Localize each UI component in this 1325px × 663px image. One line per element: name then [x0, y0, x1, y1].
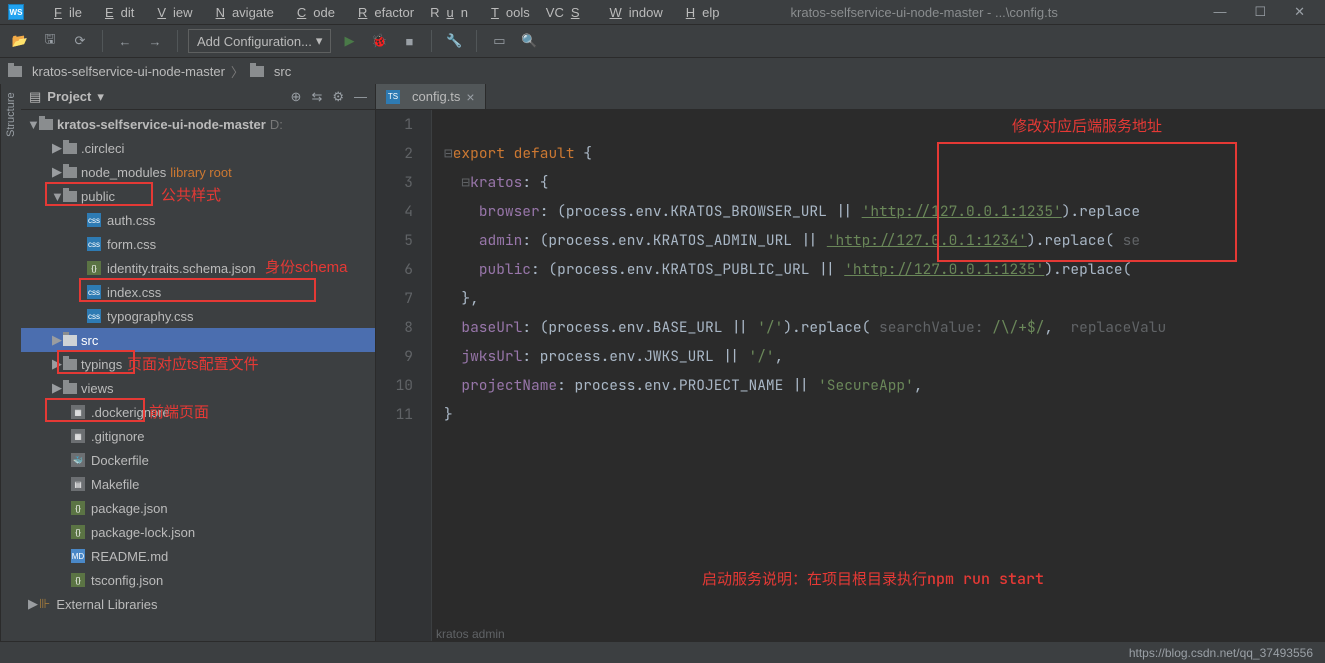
- tree-dockerfile[interactable]: 🐳Dockerfile: [21, 448, 375, 472]
- statusbar: https://blog.csdn.net/qq_37493556: [0, 641, 1325, 663]
- collapse-icon[interactable]: ⇆: [311, 89, 322, 105]
- project-icon: ▤: [29, 89, 41, 105]
- gear-icon[interactable]: ⚙: [332, 89, 344, 105]
- tree-root[interactable]: ▼ kratos-selfservice-ui-node-master D:: [21, 112, 375, 136]
- ts-file-icon: TS: [386, 90, 400, 104]
- run-icon[interactable]: ▶: [337, 29, 361, 53]
- redo-icon[interactable]: →: [143, 29, 167, 53]
- menu-edit[interactable]: Edit: [91, 3, 141, 22]
- line-gutter: 123 456 789 1011: [376, 110, 432, 641]
- save-icon[interactable]: 🖫: [38, 29, 62, 53]
- hide-icon[interactable]: —: [354, 89, 367, 105]
- minimize-icon[interactable]: —: [1213, 4, 1226, 20]
- left-tool-window-bar[interactable]: Structure: [0, 84, 21, 641]
- search-icon[interactable]: 🔍: [517, 29, 541, 53]
- tree-auth-css[interactable]: cssauth.css: [21, 208, 375, 232]
- menu-run[interactable]: Run: [423, 3, 475, 22]
- toolbar: 📂 🖫 ⟳ ← → Add Configuration...▾ ▶ 🐞 ■ 🔧 …: [0, 24, 1325, 58]
- watermark: https://blog.csdn.net/qq_37493556: [1129, 646, 1313, 660]
- tab-bar: TS config.ts ×: [376, 84, 1325, 110]
- tree-typography-css[interactable]: csstypography.css: [21, 304, 375, 328]
- reload-icon[interactable]: ⟳: [68, 29, 92, 53]
- menu-navigate[interactable]: Navigate: [202, 3, 281, 22]
- menu-file[interactable]: File: [40, 3, 89, 22]
- run-config-dropdown[interactable]: Add Configuration...▾: [188, 29, 331, 53]
- close-icon[interactable]: ✕: [1294, 4, 1305, 20]
- maximize-icon[interactable]: ☐: [1254, 4, 1266, 20]
- menu-window[interactable]: Window: [596, 3, 670, 22]
- tree-package-lock-json[interactable]: {}package-lock.json: [21, 520, 375, 544]
- undo-icon[interactable]: ←: [113, 29, 137, 53]
- breadcrumb: kratos-selfservice-ui-node-master 〉 src: [0, 58, 1325, 84]
- structure-tab[interactable]: Structure: [5, 92, 17, 137]
- menubar: File Edit View Navigate Code Refactor Ru…: [28, 3, 727, 22]
- tab-config-ts[interactable]: TS config.ts ×: [376, 84, 486, 109]
- close-tab-icon[interactable]: ×: [466, 89, 474, 105]
- menu-code[interactable]: Code: [283, 3, 342, 22]
- project-tree[interactable]: ▼ kratos-selfservice-ui-node-master D: ▶…: [21, 110, 375, 641]
- breadcrumb-bottom: kratos admin: [436, 627, 505, 641]
- backend-annotation: 修改对应后端服务地址: [1012, 112, 1162, 141]
- tree-public[interactable]: ▼ public: [21, 184, 375, 208]
- breadcrumb-src[interactable]: src: [274, 64, 291, 79]
- window-title: kratos-selfservice-ui-node-master - ...\…: [791, 5, 1058, 20]
- stop-icon[interactable]: ■: [397, 29, 421, 53]
- menu-tools[interactable]: Tools: [477, 3, 537, 22]
- debug-icon[interactable]: 🐞: [367, 29, 391, 53]
- code-editor[interactable]: 123 456 789 1011 ⊟export default { ⊟krat…: [376, 110, 1325, 641]
- folder-icon: [250, 66, 264, 77]
- app-icon: WS: [8, 4, 24, 20]
- breadcrumb-root[interactable]: kratos-selfservice-ui-node-master: [32, 64, 225, 79]
- tree-makefile[interactable]: ▤Makefile: [21, 472, 375, 496]
- project-panel: ▤ Project ▾ ⊕ ⇆ ⚙ — ▼ kratos-selfservice…: [21, 84, 376, 641]
- tree-circleci[interactable]: ▶ .circleci: [21, 136, 375, 160]
- menu-help[interactable]: Help: [672, 3, 727, 22]
- tree-external-libraries[interactable]: ▶⊪ External Libraries: [21, 592, 375, 616]
- tree-gitignore[interactable]: ▦.gitignore: [21, 424, 375, 448]
- tools-icon[interactable]: 🔧: [442, 29, 466, 53]
- menu-vcs[interactable]: VCS: [539, 3, 594, 22]
- folder-icon: [8, 66, 22, 77]
- tree-typings[interactable]: ▶ typings: [21, 352, 375, 376]
- tree-form-css[interactable]: cssform.css: [21, 232, 375, 256]
- open-icon[interactable]: 📂: [8, 29, 32, 53]
- tree-package-json[interactable]: {}package.json: [21, 496, 375, 520]
- project-panel-header: ▤ Project ▾ ⊕ ⇆ ⚙ —: [21, 84, 375, 110]
- tree-tsconfig-json[interactable]: {}tsconfig.json: [21, 568, 375, 592]
- tree-views[interactable]: ▶ views: [21, 376, 375, 400]
- menu-refactor[interactable]: Refactor: [344, 3, 421, 22]
- tree-dockerignore[interactable]: ▦.dockerignore: [21, 400, 375, 424]
- tree-readme-md[interactable]: MDREADME.md: [21, 544, 375, 568]
- locate-icon[interactable]: ⊕: [291, 89, 302, 105]
- titlebar: WS File Edit View Navigate Code Refactor…: [0, 0, 1325, 24]
- code-content[interactable]: ⊟export default { ⊟kratos: { browser: (p…: [432, 110, 1325, 641]
- tree-src[interactable]: ▶ src: [21, 328, 375, 352]
- tree-index-css[interactable]: cssindex.css: [21, 280, 375, 304]
- menu-view[interactable]: View: [143, 3, 199, 22]
- tree-node-modules[interactable]: ▶ node_modules library root: [21, 160, 375, 184]
- layout-icon[interactable]: ▭: [487, 29, 511, 53]
- panel-title[interactable]: Project: [47, 89, 91, 104]
- start-annotation: 启动服务说明：在项目根目录执行npm run start: [702, 565, 1044, 594]
- tree-identity-json[interactable]: {}identity.traits.schema.json: [21, 256, 375, 280]
- window-controls: — ☐ ✕: [1213, 4, 1317, 20]
- editor-area: TS config.ts × 123 456 789 1011 ⊟export …: [376, 84, 1325, 641]
